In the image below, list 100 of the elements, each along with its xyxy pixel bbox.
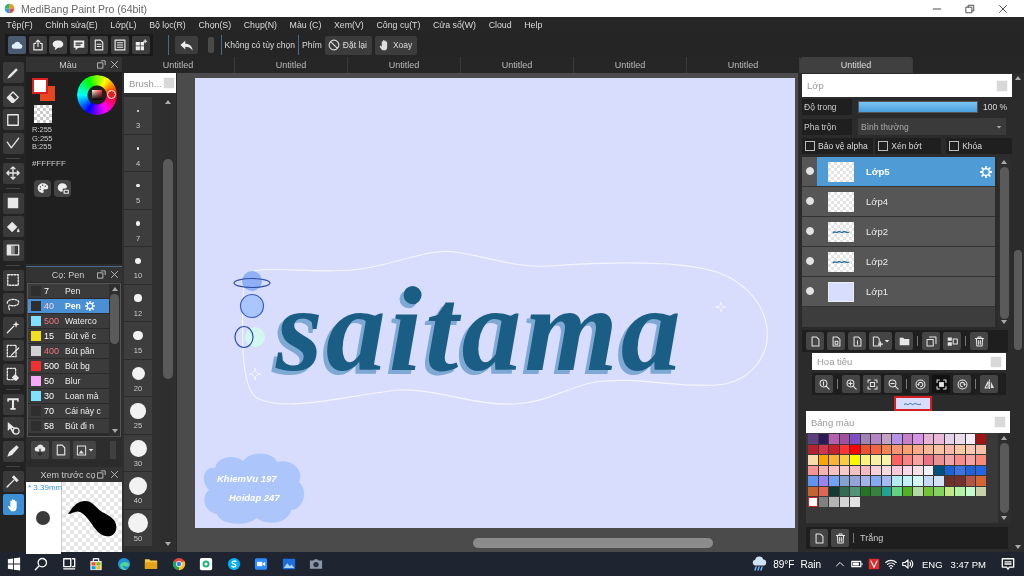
swatch-icon[interactable] xyxy=(839,476,849,486)
swatch-icon[interactable] xyxy=(902,486,912,496)
checkbox[interactable] xyxy=(805,141,815,151)
swatch-icon[interactable] xyxy=(944,465,954,475)
visibility-dot-icon[interactable] xyxy=(806,287,814,295)
undo-button[interactable] xyxy=(174,36,198,54)
scroll-up-icon[interactable] xyxy=(1001,436,1007,440)
swatch-icon[interactable] xyxy=(944,455,954,465)
swatch-icon[interactable] xyxy=(818,465,828,475)
brush-item[interactable]: 500 Waterco xyxy=(28,314,109,329)
swatch-icon[interactable] xyxy=(892,455,902,465)
new-layer-button[interactable] xyxy=(827,332,845,350)
checkbox-option[interactable]: Khóa xyxy=(946,138,1012,154)
swatch-icon[interactable] xyxy=(934,444,944,454)
shape-tool[interactable] xyxy=(2,109,24,130)
swatch-icon[interactable] xyxy=(808,444,818,454)
language-indicator[interactable]: ENG xyxy=(922,558,943,570)
scrollbar-thumb[interactable] xyxy=(162,159,173,379)
brush-item[interactable]: 50 Blur xyxy=(28,374,109,389)
select-eraser-tool[interactable] xyxy=(2,363,24,385)
swatch-icon[interactable] xyxy=(839,444,849,454)
palette-button[interactable] xyxy=(34,179,51,197)
add-layer-button[interactable] xyxy=(869,332,892,350)
swatch-icon[interactable] xyxy=(902,455,912,465)
color-swatch-pair-icon[interactable] xyxy=(32,78,55,101)
duplicate-layer-button[interactable] xyxy=(922,332,940,350)
swatch-icon[interactable] xyxy=(808,465,818,475)
swatch-icon[interactable] xyxy=(850,434,860,444)
brush-item[interactable]: 400 Bút pần xyxy=(28,344,109,359)
list-button[interactable] xyxy=(110,36,129,54)
swatch-icon[interactable] xyxy=(902,465,912,475)
divide-tool[interactable] xyxy=(2,440,24,462)
brush-item[interactable]: 58 Bút đi n xyxy=(28,419,109,434)
swatch-icon[interactable] xyxy=(818,444,828,454)
swatch-icon[interactable] xyxy=(965,455,975,465)
weather-text[interactable]: Rain xyxy=(800,558,821,570)
hand-tool[interactable] xyxy=(2,494,24,515)
merge-layer-button[interactable] xyxy=(943,332,961,350)
close-button[interactable] xyxy=(109,469,120,480)
swatch-icon[interactable] xyxy=(860,476,870,486)
swatch-icon[interactable] xyxy=(923,434,933,444)
swatch-icon[interactable] xyxy=(839,486,849,496)
move-tool[interactable] xyxy=(2,162,24,184)
swatch-icon[interactable] xyxy=(829,486,839,496)
new-layer-button[interactable] xyxy=(806,332,824,350)
checkbox[interactable] xyxy=(878,141,889,151)
swatch-icon[interactable] xyxy=(860,444,870,454)
folder-button[interactable] xyxy=(895,332,913,350)
swatch-icon[interactable] xyxy=(850,486,860,496)
swatch-icon[interactable] xyxy=(923,486,933,496)
swatch-icon[interactable] xyxy=(860,434,870,444)
float-button[interactable] xyxy=(96,269,107,280)
select-tool[interactable] xyxy=(2,269,24,291)
swatch-icon[interactable] xyxy=(965,486,975,496)
rotate-left-button[interactable] xyxy=(911,375,929,393)
swatch-icon[interactable] xyxy=(829,465,839,475)
delete-color-button[interactable] xyxy=(831,529,849,547)
transparent-color-swatch[interactable] xyxy=(34,105,52,123)
swatch-icon[interactable] xyxy=(934,455,944,465)
swatch-icon[interactable] xyxy=(934,434,944,444)
swatch-icon[interactable] xyxy=(839,455,849,465)
swatch-icon[interactable] xyxy=(913,434,923,444)
swatch-icon[interactable] xyxy=(871,455,881,465)
scrollbar-thumb[interactable] xyxy=(1014,250,1022,350)
swatch-icon[interactable] xyxy=(860,465,870,475)
swatch-icon[interactable] xyxy=(913,465,923,475)
swatch-icon[interactable] xyxy=(923,465,933,475)
swatch-icon[interactable] xyxy=(934,476,944,486)
swatch-icon[interactable] xyxy=(892,486,902,496)
swatch-icon[interactable] xyxy=(965,465,975,475)
menu-item[interactable]: Bộ lọc(R) xyxy=(142,17,193,33)
swatch-icon[interactable] xyxy=(892,434,902,444)
drawing-canvas[interactable]: saitama KhiemVu 197 Hoidap 247 xyxy=(195,78,795,528)
swatch-icon[interactable] xyxy=(976,455,986,465)
brush-item[interactable]: 500 Bút bg xyxy=(28,359,109,374)
new-brush-button[interactable] xyxy=(52,441,70,459)
flip-button[interactable] xyxy=(980,375,998,393)
zoom-reset-button[interactable] xyxy=(815,375,833,393)
swatch-icon[interactable] xyxy=(808,497,818,507)
swatch-icon[interactable] xyxy=(850,465,860,475)
menu-item[interactable]: Lớp(L) xyxy=(103,17,143,33)
swatch-icon[interactable] xyxy=(892,444,902,454)
color-settings-button[interactable] xyxy=(54,179,71,197)
menu-item[interactable]: Cửa sổ(W) xyxy=(426,17,483,33)
checkbox-option[interactable]: Xén bớt xyxy=(875,138,942,154)
swatch-icon[interactable] xyxy=(881,465,891,475)
swatch-icon[interactable] xyxy=(923,444,933,454)
swatch-icon[interactable] xyxy=(955,444,965,454)
message-button[interactable] xyxy=(69,36,88,54)
bucket-tool[interactable] xyxy=(2,216,24,237)
swatch-icon[interactable] xyxy=(829,444,839,454)
brush-tool[interactable] xyxy=(2,62,24,83)
swatch-icon[interactable] xyxy=(944,476,954,486)
swatch-icon[interactable] xyxy=(829,497,839,507)
swatch-icon[interactable] xyxy=(913,444,923,454)
swatch-icon[interactable] xyxy=(818,476,828,486)
share-button[interactable] xyxy=(28,36,47,54)
color-wheel[interactable] xyxy=(77,75,117,115)
document-tab[interactable]: Untitled xyxy=(800,57,913,73)
swatch-icon[interactable] xyxy=(871,486,881,496)
